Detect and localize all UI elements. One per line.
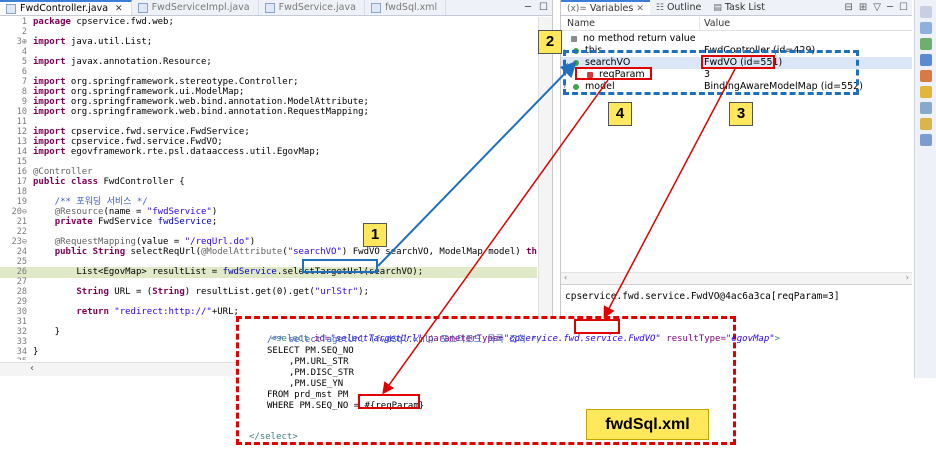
tab-label: Task List <box>724 2 765 13</box>
settings-icon[interactable] <box>920 102 932 114</box>
task-list-icon: ▤ <box>713 2 722 13</box>
tab-label: FwdService.java <box>278 2 356 13</box>
sql-where-text: WHERE PM.SEQ_NO = <box>267 401 365 411</box>
callout-2: 2 <box>538 30 562 54</box>
minimize-icon[interactable]: ─ <box>525 2 531 13</box>
tab-label: fwdSql.xml <box>384 2 438 13</box>
sql-line: SELECT PM.SEQ_NO <box>267 346 354 356</box>
reqparam-placeholder-highlight <box>358 394 420 409</box>
callout-3: 3 <box>729 102 753 126</box>
value-column-header[interactable]: Value <box>704 18 730 29</box>
editor-window-controls: ─ ☐ <box>525 2 548 13</box>
tab-fwdcontroller-java[interactable]: FwdController.java ✕ <box>0 0 132 15</box>
sql-line: ,PM.DISC_STR <box>289 368 355 378</box>
parametertype-fwdvo-highlight <box>574 319 620 334</box>
view-toolbar: ⊟ ⊞ ▽ ─ ☐ <box>845 2 908 13</box>
right-side-toolbar <box>914 0 936 378</box>
tab-variables[interactable]: (x)= Variables ✕ <box>561 0 650 15</box>
column-divider[interactable] <box>699 17 700 31</box>
name-column-header[interactable]: Name <box>567 18 595 29</box>
editor-tab-bar: FwdController.java ✕ FwdServiceImpl.java… <box>0 0 552 16</box>
tab-fwdserviceimpl-java[interactable]: FwdServiceImpl.java <box>132 0 259 15</box>
tab-label: Variables <box>589 3 634 14</box>
reqparam-highlight <box>575 67 652 80</box>
fwdvo-value-highlight <box>701 55 775 69</box>
perspective-icon[interactable] <box>920 38 932 50</box>
close-icon[interactable]: ✕ <box>636 4 644 14</box>
variable-detail-text: cpservice.fwd.service.FwdVO@4ac6a3ca[req… <box>565 291 840 302</box>
sql-line: FROM prd_mst PM <box>267 390 349 400</box>
variables-header: Name Value <box>561 17 912 31</box>
tab-label: FwdServiceImpl.java <box>151 2 250 13</box>
variables-horizontal-scrollbar[interactable]: ‹ › <box>561 272 912 284</box>
tab-fwdservice-java[interactable]: FwdService.java <box>259 0 365 15</box>
line-number: 35 <box>0 357 27 360</box>
toolbar-menu-icon[interactable] <box>920 6 932 18</box>
collapse-all-icon[interactable]: ⊟ <box>845 2 853 13</box>
sql-select-open-tag: <select id="selectTargetUrl" parameterTy… <box>270 334 781 344</box>
show-type-names-icon[interactable]: ⊞ <box>859 2 867 13</box>
tab-label: FwdController.java <box>20 3 109 14</box>
scroll-right-icon[interactable]: › <box>906 273 909 282</box>
variable-row[interactable]: no method return value <box>561 33 912 45</box>
outline-icon: ☷ <box>655 2 664 13</box>
searchvo-argument-highlight <box>302 259 378 273</box>
callout-1: 1 <box>363 223 387 247</box>
sql-comment: /** selectTagetUrl (fwdSql.xml) 포스터코드 목록… <box>267 335 543 345</box>
console-icon[interactable] <box>920 134 932 146</box>
sql-select-close-tag: </select> <box>249 432 298 442</box>
code-area[interactable]: 1 package cpservice.fwd.web; 2 3⊕ import jav… <box>0 17 537 360</box>
window-icon[interactable] <box>920 22 932 34</box>
navigator-icon[interactable] <box>920 54 932 66</box>
scroll-left-icon[interactable]: ‹ <box>30 363 34 374</box>
editor-vertical-scrollbar[interactable] <box>538 17 552 360</box>
folder-icon[interactable] <box>920 118 932 130</box>
java-file-icon <box>264 2 275 13</box>
tab-label: Outline <box>666 2 702 13</box>
variables-icon: (x)= <box>567 3 587 14</box>
tab-outline[interactable]: ☷ Outline <box>650 0 707 15</box>
sql-line: ,PM.URL_STR <box>289 357 349 367</box>
search-icon[interactable] <box>920 70 932 82</box>
maximize-icon[interactable]: ☐ <box>539 2 548 13</box>
maximize-icon[interactable]: ☐ <box>899 2 908 13</box>
view-tab-bar: (x)= Variables ✕ ☷ Outline ▤ Task List ⊟… <box>561 0 912 16</box>
variable-name: no method return value <box>583 33 696 44</box>
java-file-icon <box>6 3 16 14</box>
close-icon[interactable]: ✕ <box>115 4 123 14</box>
tab-fwdsql-xml[interactable]: fwdSql.xml <box>365 0 447 15</box>
fwdsql-xml-label: fwdSql.xml <box>586 409 709 440</box>
callout-4: 4 <box>608 102 632 126</box>
view-menu-icon[interactable]: ▽ <box>873 2 881 13</box>
xml-file-icon <box>370 2 381 13</box>
return-value-icon <box>571 36 577 42</box>
java-file-icon <box>137 2 148 13</box>
tab-task-list[interactable]: ▤ Task List <box>707 0 771 15</box>
sql-line: ,PM.USE_YN <box>289 379 344 389</box>
scroll-left-icon[interactable]: ‹ <box>564 273 567 282</box>
minimize-icon[interactable]: ─ <box>887 2 893 13</box>
tool-icon[interactable] <box>920 86 932 98</box>
